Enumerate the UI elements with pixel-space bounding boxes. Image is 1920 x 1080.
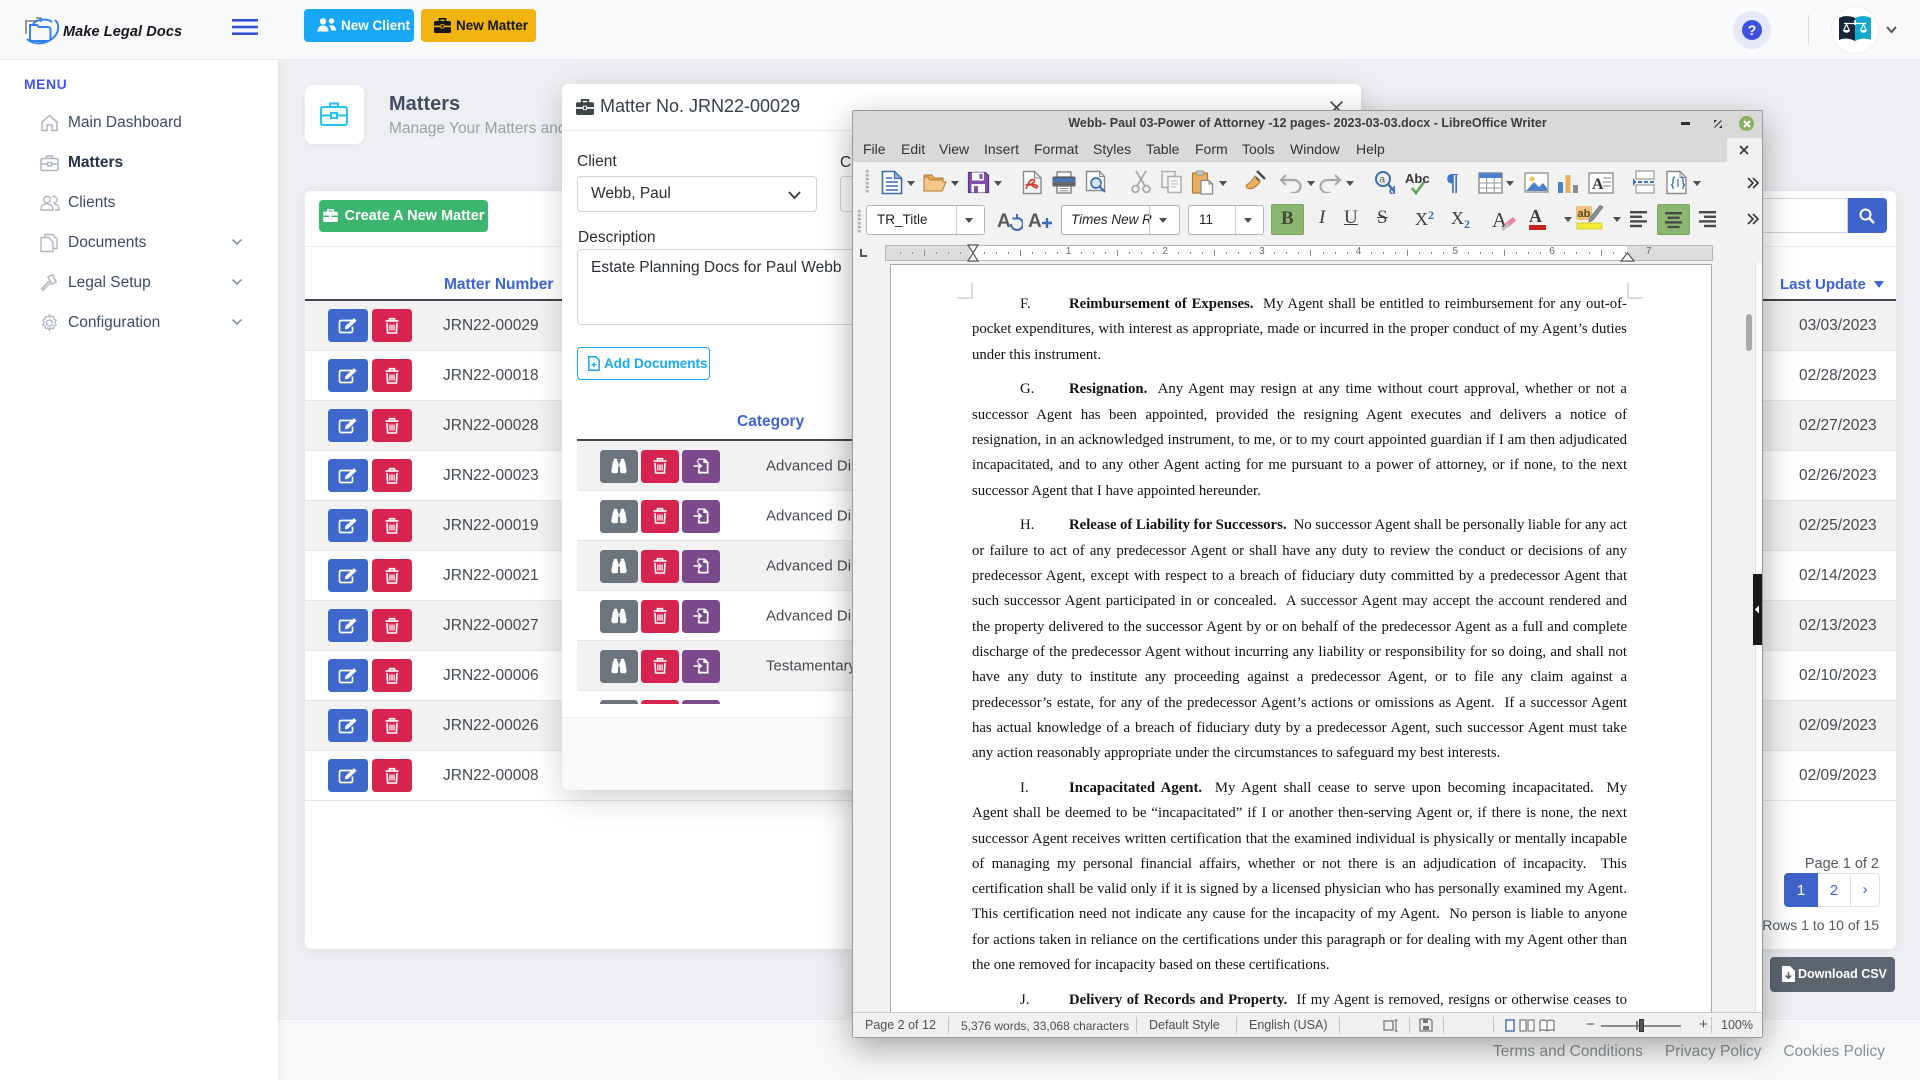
svg-text:A: A xyxy=(997,211,1011,232)
svg-text:A: A xyxy=(1028,211,1042,232)
svg-text:¶: ¶ xyxy=(1446,170,1459,194)
svg-text:a: a xyxy=(1380,175,1386,186)
svg-text:A: A xyxy=(1592,176,1604,193)
svg-text:d: d xyxy=(1389,185,1396,195)
svg-text:Abc: Abc xyxy=(1405,171,1430,186)
svg-text:ab: ab xyxy=(1578,208,1591,220)
